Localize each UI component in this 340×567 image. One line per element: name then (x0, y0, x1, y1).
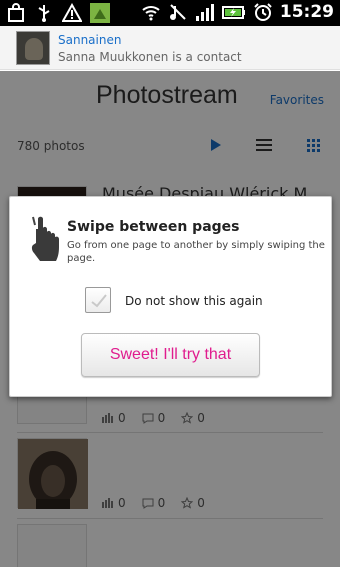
contact-name-link[interactable]: Sannainen (58, 33, 121, 47)
mute-icon (169, 4, 186, 20)
contact-status: Sanna Muukkonen is a contact (58, 50, 242, 64)
signal-icon (195, 4, 214, 21)
checkbox-label: Do not show this again (125, 294, 263, 308)
avatar[interactable] (16, 31, 50, 65)
do-not-show-checkbox[interactable] (85, 287, 111, 313)
dialog-title: Swipe between pages (67, 219, 240, 235)
status-left (6, 3, 110, 23)
dismiss-button[interactable]: Sweet! I'll try that (81, 333, 260, 377)
clock: 15:29 (279, 2, 334, 22)
alarm-icon (254, 3, 272, 21)
status-bar: 15:29 (0, 0, 340, 26)
usb-icon (38, 5, 50, 22)
status-right: 15:29 (141, 2, 334, 22)
swipe-hand-icon (31, 216, 59, 261)
swipe-tip-dialog: Swipe between pages Go from one page to … (9, 196, 332, 397)
contact-header: Sannainen Sanna Muukkonen is a contact (0, 26, 340, 70)
checkmark-icon (91, 294, 107, 308)
android-market-icon (90, 3, 110, 23)
shopping-bag-icon (8, 3, 24, 22)
wifi-icon (142, 6, 160, 21)
warning-icon (62, 3, 82, 22)
battery-charging-icon (221, 6, 245, 19)
dialog-body: Go from one page to another by simply sw… (67, 240, 325, 264)
